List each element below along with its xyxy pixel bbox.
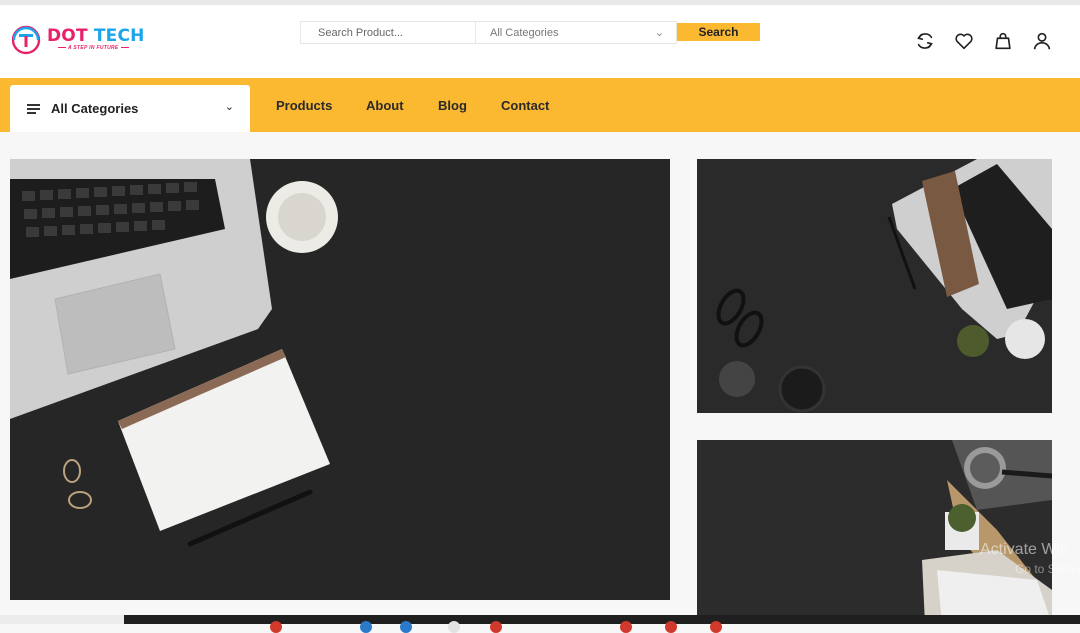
taskbar-app-icon[interactable] <box>490 621 502 633</box>
side-banner-top[interactable] <box>697 159 1052 413</box>
search-button[interactable]: Search <box>677 23 760 41</box>
chevron-down-icon: ⌄ <box>224 101 234 113</box>
taskbar-search-area[interactable] <box>0 615 124 624</box>
site-header: DOT TECH A STEP IN FUTURE All Categories… <box>0 5 1080 78</box>
nav-item-about[interactable]: About <box>366 98 404 113</box>
windows-activation-watermark: Activate Win <box>980 541 1069 558</box>
wishlist-button[interactable] <box>953 30 975 52</box>
taskbar-app-icon[interactable] <box>360 621 372 633</box>
menu-icon <box>27 104 40 114</box>
logo-tagline: A STEP IN FUTURE <box>56 45 131 51</box>
compare-button[interactable] <box>914 30 936 52</box>
main-navbar: All Categories ⌄ Products About Blog Con… <box>0 78 1080 132</box>
logo-title: DOT TECH <box>47 26 145 46</box>
user-icon <box>1033 32 1051 50</box>
chevron-down-icon: ⌄ <box>654 27 664 39</box>
category-select[interactable]: All Categories ⌄ <box>475 21 677 44</box>
os-taskbar <box>0 615 1080 633</box>
nav-item-products[interactable]: Products <box>276 98 332 113</box>
search-input[interactable] <box>300 21 476 44</box>
heart-icon <box>955 33 973 50</box>
account-button[interactable] <box>1031 30 1053 52</box>
taskbar-app-icon[interactable] <box>270 621 282 633</box>
taskbar-app-icon[interactable] <box>448 621 460 633</box>
logo-mark-icon <box>11 25 41 55</box>
side-banner-bottom-image <box>697 440 1052 624</box>
shopping-bag-icon <box>995 32 1011 50</box>
category-select-value: All Categories <box>490 27 559 39</box>
side-banner-bottom[interactable] <box>697 440 1052 624</box>
side-banner-top-image <box>697 159 1052 413</box>
taskbar-app-icon[interactable] <box>400 621 412 633</box>
windows-activation-hint: Go to Settings to <box>1015 562 1080 576</box>
nav-item-contact[interactable]: Contact <box>501 98 549 113</box>
nav-item-blog[interactable]: Blog <box>438 98 467 113</box>
refresh-icon <box>917 33 933 49</box>
taskbar-app-icon[interactable] <box>620 621 632 633</box>
site-logo[interactable]: DOT TECH A STEP IN FUTURE <box>11 25 151 59</box>
hero-banner-image <box>10 159 670 600</box>
taskbar-app-icon[interactable] <box>665 621 677 633</box>
cart-button[interactable] <box>992 30 1014 52</box>
hero-banner[interactable] <box>10 159 670 600</box>
all-categories-label: All Categories <box>51 101 139 116</box>
all-categories-dropdown[interactable]: All Categories ⌄ <box>10 85 250 132</box>
taskbar-app-icon[interactable] <box>710 621 722 633</box>
